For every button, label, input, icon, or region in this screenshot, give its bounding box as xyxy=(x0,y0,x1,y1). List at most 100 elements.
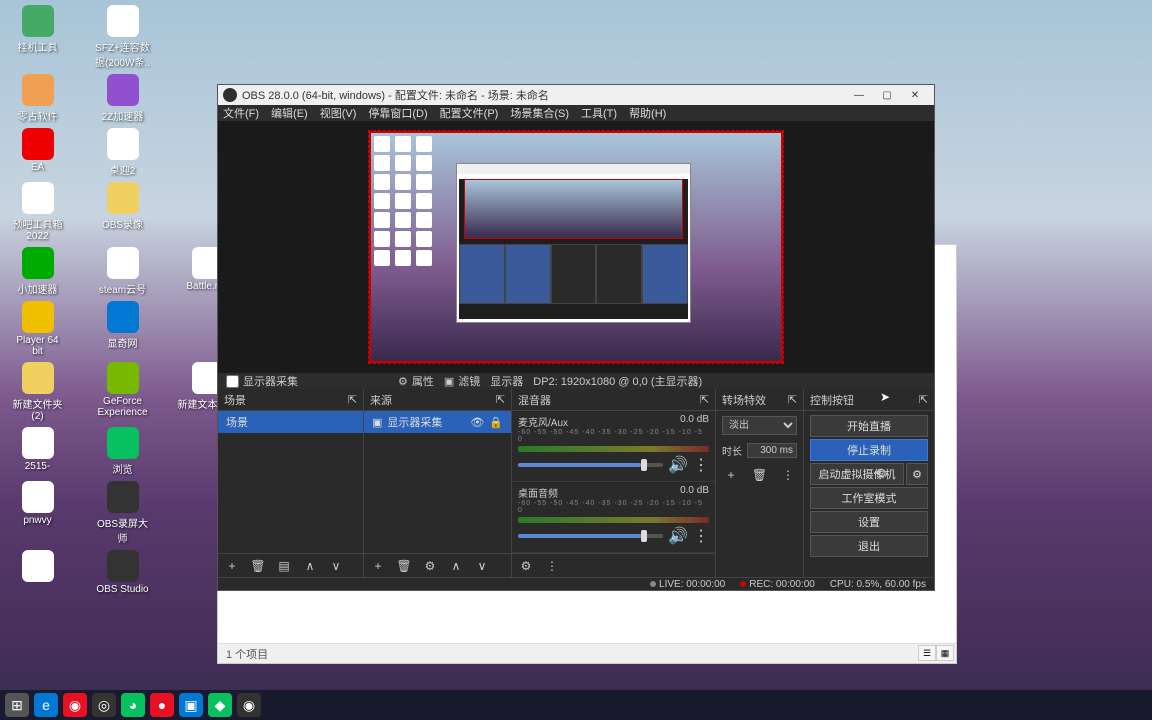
channel-menu-icon[interactable]: ⋮ xyxy=(693,455,709,475)
mixer-settings-button[interactable]: ⚙ xyxy=(517,557,535,575)
mute-icon[interactable]: 🔊 xyxy=(668,455,688,475)
remove-source-button[interactable]: 🗑 xyxy=(395,557,413,575)
properties-button[interactable]: ⚙ 属性 xyxy=(398,373,434,389)
desktop-shortcut[interactable]: OBS录像 xyxy=(85,182,160,242)
edge-icon[interactable]: e xyxy=(34,693,58,717)
preview-source-bounds[interactable] xyxy=(369,131,783,363)
reset-icon[interactable]: ⟲ xyxy=(874,465,886,482)
remove-scene-button[interactable]: 🗑 xyxy=(249,557,267,575)
audio-meter xyxy=(518,446,709,452)
obs-main-window: OBS 28.0.0 (64-bit, windows) - 配置文件: 未命名… xyxy=(217,84,935,591)
explorer-statusbar: 1 个项目 xyxy=(218,643,956,663)
desktop-shortcut[interactable]: 显奇网 xyxy=(85,301,160,357)
source-no-show-checkbox[interactable]: 显示器采集 xyxy=(226,373,298,389)
sources-panel: 来源 ⇱ ▣ 显示器采集 👁 🔒 + 🗑 ⚙ ∧ ∨ xyxy=(364,389,512,577)
popout-icon[interactable]: ⇱ xyxy=(919,393,928,406)
mixer-title: 混音器 xyxy=(518,392,551,408)
app3-icon[interactable]: ▣ xyxy=(179,693,203,717)
titlebar[interactable]: OBS 28.0.0 (64-bit, windows) - 配置文件: 未命名… xyxy=(218,85,934,105)
duration-input[interactable] xyxy=(747,443,797,458)
menu-item[interactable]: 停靠窗口(D) xyxy=(368,105,427,121)
add-transition-button[interactable]: + xyxy=(722,466,740,484)
preview-area[interactable] xyxy=(218,121,934,373)
mixer-menu-button[interactable]: ⋮ xyxy=(543,557,561,575)
exit-button[interactable]: 退出 xyxy=(810,535,928,557)
desktop-shortcut[interactable]: steam云号 xyxy=(85,247,160,296)
scene-filter-button[interactable]: ▤ xyxy=(275,557,293,575)
view-thumbs-icon[interactable]: ▦ xyxy=(936,645,954,661)
app4-icon[interactable]: ◆ xyxy=(208,693,232,717)
transition-menu-button[interactable]: ⋮ xyxy=(779,466,797,484)
source-item[interactable]: ▣ 显示器采集 👁 🔒 xyxy=(364,411,511,433)
start-stream-button[interactable]: 开始直播 xyxy=(810,415,928,437)
steam-icon[interactable]: ◎ xyxy=(92,693,116,717)
minimize-button[interactable]: — xyxy=(845,85,873,105)
maximize-button[interactable]: ▢ xyxy=(873,85,901,105)
desktop-shortcut[interactable]: Player 64 bit xyxy=(0,301,75,357)
menu-item[interactable]: 工具(T) xyxy=(581,105,617,121)
desktop-shortcut[interactable]: 2Z加速器 xyxy=(85,74,160,123)
popout-icon[interactable]: ⇱ xyxy=(496,393,505,406)
app2-icon[interactable]: ● xyxy=(150,693,174,717)
desktop-shortcut[interactable]: 零占软件 xyxy=(0,74,75,123)
desktop-shortcut[interactable]: OBS录屏大 师 xyxy=(85,481,160,545)
start-button[interactable]: ⊞ xyxy=(5,693,29,717)
transition-select[interactable]: 淡出 xyxy=(722,416,797,435)
remove-transition-button[interactable]: 🗑 xyxy=(751,466,769,484)
wechat-icon[interactable]: ◕ xyxy=(121,693,145,717)
volume-slider[interactable] xyxy=(518,463,663,467)
desktop-shortcut[interactable]: OBS Studio xyxy=(85,550,160,595)
scene-item[interactable]: 场景 xyxy=(218,411,363,433)
scene-up-button[interactable]: ∧ xyxy=(301,557,319,575)
desktop-shortcut[interactable]: SFZ+连容数 据(200W条.. xyxy=(85,5,160,69)
add-scene-button[interactable]: + xyxy=(223,557,241,575)
app-icon[interactable]: ◉ xyxy=(63,693,87,717)
visibility-icon[interactable]: 👁 xyxy=(470,416,484,429)
virtual-cam-button[interactable]: 启动虚拟摄像机 xyxy=(810,463,904,485)
taskbar[interactable]: ⊞ e ◉ ◎ ◕ ● ▣ ◆ ◉ xyxy=(0,690,1152,720)
channel-menu-icon[interactable]: ⋮ xyxy=(693,526,709,546)
virtual-cam-settings-button[interactable]: ⚙ xyxy=(906,463,928,485)
obs-taskbar-icon[interactable]: ◉ xyxy=(237,693,261,717)
studio-mode-button[interactable]: 工作室模式 xyxy=(810,487,928,509)
add-source-button[interactable]: + xyxy=(369,557,387,575)
volume-slider[interactable] xyxy=(518,534,663,538)
lock-icon[interactable]: 🔒 xyxy=(489,416,503,429)
source-down-button[interactable]: ∨ xyxy=(473,557,491,575)
desktop-shortcut[interactable] xyxy=(0,550,75,595)
stop-record-button[interactable]: 停止录制 xyxy=(810,439,928,461)
desktop-shortcut[interactable]: EA xyxy=(0,128,75,177)
source-props-button[interactable]: ⚙ xyxy=(421,557,439,575)
controls-panel: 控制按钮 ⇱ 开始直播 停止录制 启动虚拟摄像机 ⚙ 工作室模式 设置 退出 xyxy=(804,389,934,577)
mute-icon[interactable]: 🔊 xyxy=(668,526,688,546)
desktop-shortcut[interactable]: 新建文件夹 (2) xyxy=(0,362,75,422)
desktop-shortcut[interactable]: 桌迎2 xyxy=(85,128,160,177)
desktop-shortcut[interactable]: 预吧工具箱 2022 xyxy=(0,182,75,242)
settings-button[interactable]: 设置 xyxy=(810,511,928,533)
menubar: 文件(F) 编辑(E) 视图(V) 停靠窗口(D) 配置文件(P) 场景集合(S) 工具(T… xyxy=(218,105,934,121)
desktop-shortcut[interactable]: 2515- xyxy=(0,427,75,476)
desktop-shortcut[interactable]: 浏览 xyxy=(85,427,160,476)
desktop-shortcut[interactable]: 挂机工具 xyxy=(0,5,75,69)
explorer-item-count: 1 个项目 xyxy=(226,646,268,662)
desktop-shortcut[interactable]: 小加速器 xyxy=(0,247,75,296)
view-details-icon[interactable]: ☰ xyxy=(918,645,936,661)
source-up-button[interactable]: ∧ xyxy=(447,557,465,575)
desktop-shortcut[interactable]: pnwvy xyxy=(0,481,75,545)
menu-item[interactable]: 编辑(E) xyxy=(271,105,308,121)
close-button[interactable]: ✕ xyxy=(901,85,929,105)
window-title: OBS 28.0.0 (64-bit, windows) - 配置文件: 未命名… xyxy=(242,87,845,103)
menu-item[interactable]: 文件(F) xyxy=(223,105,259,121)
popout-icon[interactable]: ⇱ xyxy=(700,393,709,406)
desktop-shortcut[interactable]: GeForce Experience xyxy=(85,362,160,422)
menu-item[interactable]: 视图(V) xyxy=(320,105,357,121)
menu-item[interactable]: 场景集合(S) xyxy=(510,105,569,121)
filters-button[interactable]: ▣ 滤镜 xyxy=(444,373,480,389)
mixer-channel: 麦克风/Aux0.0 dB -60 -55 -50 -45 -40 -35 -3… xyxy=(512,411,715,482)
scene-down-button[interactable]: ∨ xyxy=(327,557,345,575)
popout-icon[interactable]: ⇱ xyxy=(788,393,797,406)
popout-icon[interactable]: ⇱ xyxy=(348,393,357,406)
transitions-panel: 转场特效 ⇱ 淡出 时长 + 🗑 xyxy=(716,389,804,577)
menu-item[interactable]: 帮助(H) xyxy=(629,105,666,121)
menu-item[interactable]: 配置文件(P) xyxy=(440,105,499,121)
